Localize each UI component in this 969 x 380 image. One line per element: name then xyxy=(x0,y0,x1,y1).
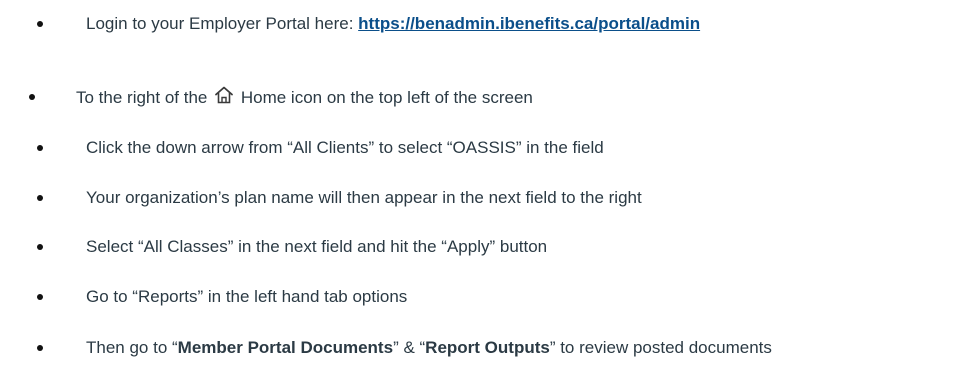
list-item-text: Select “All Classes” in the next field a… xyxy=(86,237,548,256)
list-item-text: Click the down arrow from “All Clients” … xyxy=(86,138,604,157)
reports-instruction-part: ” & “ xyxy=(393,338,426,357)
member-portal-documents-label: Member Portal Documents xyxy=(177,338,394,357)
list-item-text: To the right of the Home icon on the top… xyxy=(76,85,533,112)
bullet xyxy=(37,345,43,351)
list-item-text: Go to “Reports” in the left hand tab opt… xyxy=(86,287,408,306)
list-item-text: Your organization’s plan name will then … xyxy=(86,188,642,207)
login-instruction-text: Login to your Employer Portal here: xyxy=(86,14,359,33)
home-icon xyxy=(214,85,234,112)
list-item-text: Login to your Employer Portal here: http… xyxy=(86,12,700,36)
report-outputs-label: Report Outputs xyxy=(425,338,550,357)
employer-portal-link[interactable]: https://benadmin.ibenefits.ca/portal/adm… xyxy=(358,14,700,33)
reports-instruction-part: ” to review posted documents xyxy=(549,338,772,357)
bullet xyxy=(29,94,35,100)
instruction-document: Login to your Employer Portal here: http… xyxy=(0,0,969,380)
bullet xyxy=(37,244,43,250)
bullet xyxy=(37,195,43,201)
home-instruction-suffix: Home icon on the top left of the screen xyxy=(240,88,533,107)
list-item-text: Then go to “Member Portal Documents” & “… xyxy=(86,336,772,360)
bullet xyxy=(37,294,43,300)
bullet xyxy=(37,145,43,151)
home-instruction-prefix: To the right of the xyxy=(76,88,208,107)
reports-instruction-part: Then go to “ xyxy=(86,338,178,357)
bullet xyxy=(37,21,43,27)
